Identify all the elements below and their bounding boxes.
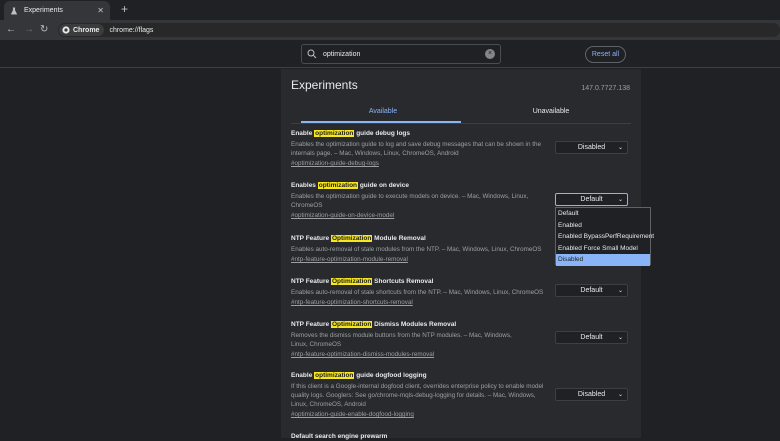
flag-item: Default search engine prewarm xyxy=(291,432,631,441)
back-icon[interactable]: ← xyxy=(6,23,16,37)
search-highlight: optimization xyxy=(314,130,355,137)
flag-title: Enable optimization guide debug logs xyxy=(291,130,411,137)
dropdown-option[interactable]: Enabled Force Small Model xyxy=(556,243,650,255)
chrome-icon xyxy=(62,26,70,34)
clear-search-icon[interactable]: × xyxy=(485,49,495,59)
flag-link[interactable]: #optimization-guide-debug-logs xyxy=(291,159,631,168)
flag-title: Enable optimization guide dogfood loggin… xyxy=(291,372,427,379)
flag-title: Default search engine prewarm xyxy=(291,433,388,440)
flask-icon xyxy=(10,7,18,14)
tab-title: Experiments xyxy=(24,7,63,14)
flag-description: Removes the dismiss module buttons from … xyxy=(291,332,512,348)
chip-label: Chrome xyxy=(73,26,100,34)
chevron-down-icon: ⌄ xyxy=(617,335,623,341)
flag-description: If this client is a Google-internal dogf… xyxy=(291,383,544,408)
flag-title: Enables optimization guide on device xyxy=(291,182,409,189)
tab-bar: Available Unavailable xyxy=(291,104,631,124)
dropdown-option[interactable]: Enabled BypassPerfRequirement xyxy=(556,231,654,243)
reload-icon[interactable]: ↻ xyxy=(40,23,48,37)
dropdown-option[interactable]: Disabled xyxy=(556,254,650,266)
browser-toolbar: ← → ↻ Chrome chrome://flags xyxy=(0,20,780,40)
flag-select[interactable]: Disabled ⌄ xyxy=(555,141,628,154)
flag-select[interactable]: Default ⌄ xyxy=(555,193,628,206)
flag-description: Enables the optimization guide to log an… xyxy=(291,141,541,157)
chevron-down-icon: ⌄ xyxy=(617,392,623,398)
dropdown-option[interactable]: Enabled xyxy=(556,220,650,232)
flag-link[interactable]: #ntp-feature-optimization-dismiss-module… xyxy=(291,350,631,359)
flag-description: Enables auto-removal of stale shortcuts … xyxy=(291,289,544,296)
chevron-down-icon: ⌄ xyxy=(617,288,623,294)
browser-tab[interactable]: Experiments ✕ xyxy=(4,1,110,20)
flag-select[interactable]: Default ⌄ xyxy=(555,284,628,297)
search-highlight: optimization xyxy=(317,182,359,189)
search-value: optimization xyxy=(323,50,361,58)
chevron-down-icon: ⌄ xyxy=(617,145,623,151)
site-info-chip[interactable]: Chrome xyxy=(59,24,105,36)
flag-link[interactable]: #optimization-guide-enable-dogfood-loggi… xyxy=(291,410,631,419)
tab-close-icon[interactable]: ✕ xyxy=(97,6,104,15)
page-title: Experiments xyxy=(291,78,358,92)
chevron-down-icon: ⌄ xyxy=(617,197,623,203)
flag-description: Enables the optimization guide to execut… xyxy=(291,193,529,209)
search-icon xyxy=(307,49,317,59)
title-bar: Experiments ✕ + xyxy=(0,0,780,20)
forward-icon[interactable]: → xyxy=(24,23,34,37)
url-text: chrome://flags xyxy=(109,26,154,34)
address-bar[interactable]: Chrome chrome://flags xyxy=(58,23,780,37)
flag-link[interactable]: #ntp-feature-optimization-shortcuts-remo… xyxy=(291,298,631,307)
new-tab-button[interactable]: + xyxy=(121,2,128,16)
search-highlight: Optimization xyxy=(330,321,373,328)
flag-title: NTP Feature Optimization Dismiss Modules… xyxy=(291,321,457,328)
reset-all-button[interactable]: Reset all xyxy=(585,46,626,63)
tab-available[interactable]: Available xyxy=(343,108,423,115)
select-dropdown-list: Default Enabled Enabled BypassPerfRequir… xyxy=(555,207,654,266)
search-highlight: optimization xyxy=(314,372,355,379)
flag-select[interactable]: Default ⌄ xyxy=(555,331,628,344)
version-label: 147.0.7727.138 xyxy=(581,85,630,92)
dropdown-option[interactable]: Default xyxy=(556,208,650,220)
flag-description: Enables auto-removal of stale modules fr… xyxy=(291,246,542,253)
flags-header: optimization × Reset all xyxy=(0,40,780,68)
search-highlight: Optimization xyxy=(330,278,373,285)
active-tab-indicator xyxy=(301,121,461,123)
tab-unavailable[interactable]: Unavailable xyxy=(511,108,591,115)
flag-select[interactable]: Disabled ⌄ xyxy=(555,388,628,401)
search-highlight: Optimization xyxy=(330,235,373,242)
search-input[interactable]: optimization × xyxy=(301,44,501,64)
